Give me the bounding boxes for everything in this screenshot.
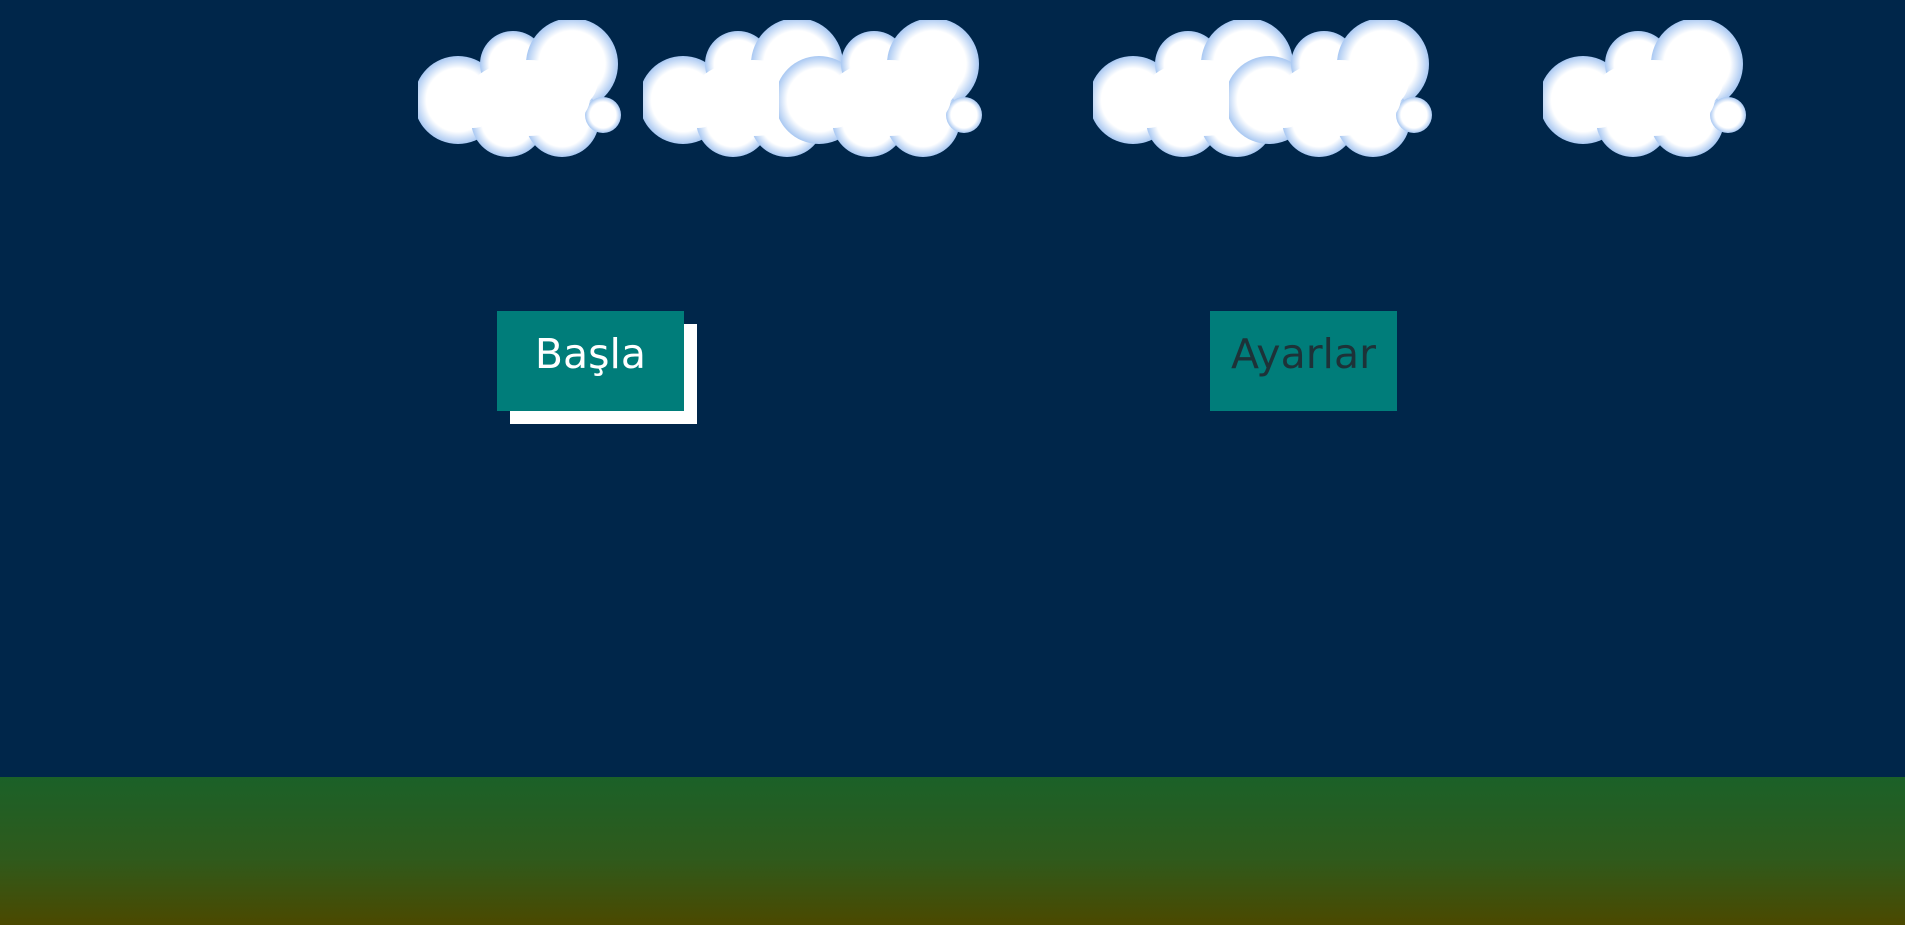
grass-ground [0, 777, 1905, 925]
start-button-label: Başla [534, 329, 647, 378]
cloud-1 [418, 20, 622, 170]
settings-button-label: Ayarlar [1231, 329, 1376, 378]
cloud-6 [1543, 20, 1747, 170]
settings-button[interactable]: Ayarlar [1210, 311, 1397, 411]
cloud-3 [779, 20, 983, 170]
cloud-5 [1229, 20, 1433, 170]
start-button[interactable]: Başla [497, 311, 684, 411]
